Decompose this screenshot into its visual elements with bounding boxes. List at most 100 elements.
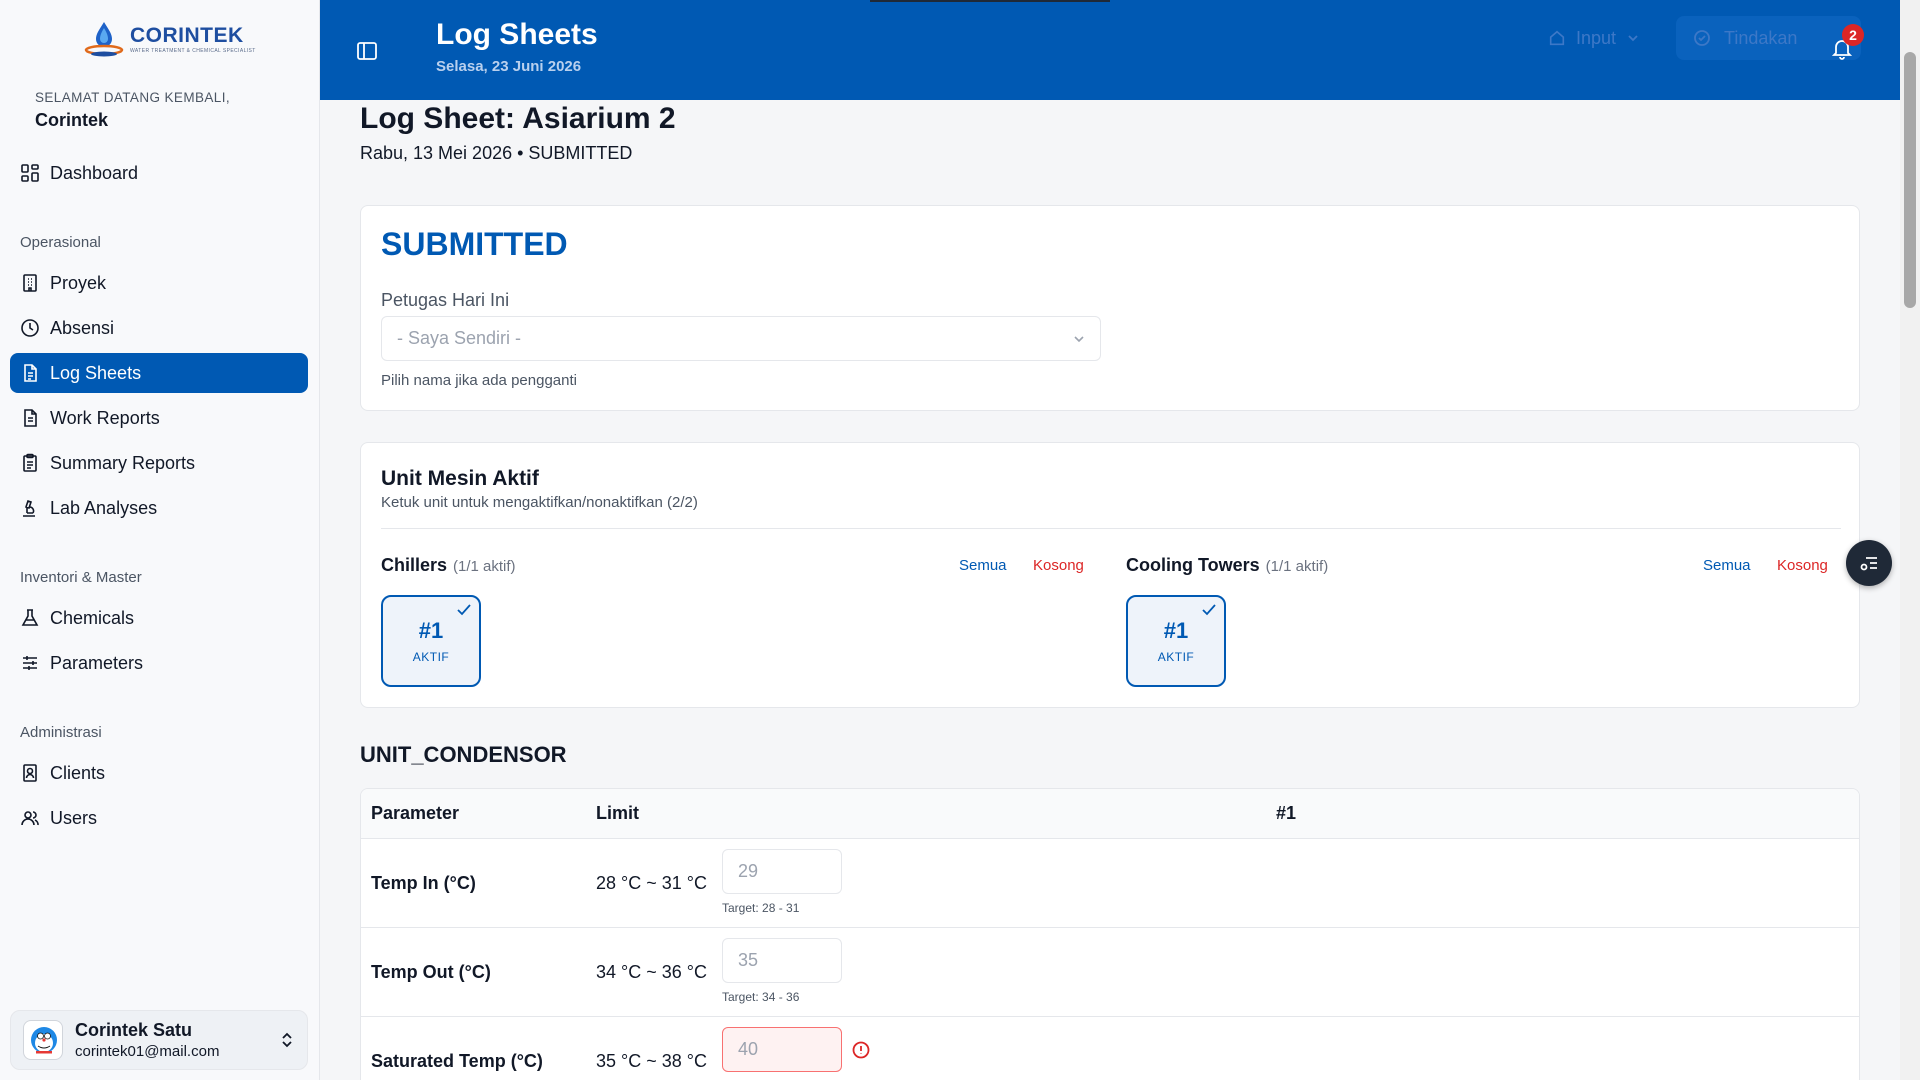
- notification-badge: 2: [1842, 24, 1864, 46]
- group-count: (1/1 aktif): [453, 558, 516, 575]
- group-name: Chillers: [381, 555, 448, 575]
- sidebar-item-label: Lab Analyses: [50, 497, 158, 518]
- sidebar-item-lab-analyses[interactable]: Lab Analyses: [10, 488, 308, 528]
- input-value: 35: [738, 950, 759, 970]
- chillers-clear-link[interactable]: Kosong: [1033, 557, 1084, 574]
- group-cooling-towers: Cooling Towers (1/1 aktif): [1126, 555, 1328, 576]
- cooling-clear-link[interactable]: Kosong: [1777, 557, 1828, 574]
- officer-label: Petugas Hari Ini: [381, 290, 510, 310]
- sidebar-item-chemicals[interactable]: Chemicals: [10, 598, 308, 638]
- units-card: Unit Mesin Aktif Ketuk unit untuk mengak…: [360, 442, 1860, 708]
- sidebar-item-clients[interactable]: Clients: [10, 753, 308, 793]
- row-parameter: Temp Out (°C): [371, 962, 491, 982]
- group-name: Cooling Towers: [1126, 555, 1260, 575]
- sidebar-item-parameters[interactable]: Parameters: [10, 643, 308, 683]
- sidebar-item-label: Proyek: [50, 272, 107, 293]
- account-email: corintek01@mail.com: [75, 1043, 220, 1060]
- saturated-temp-input[interactable]: 40: [722, 1027, 842, 1072]
- welcome-text: SELAMAT DATANG KEMBALI,: [35, 90, 230, 105]
- section-administrasi: Administrasi: [20, 724, 102, 741]
- row-limit: 28 °C ~ 31 °C: [596, 873, 707, 893]
- table-row: Saturated Temp (°C) 35 °C ~ 38 °C 40: [361, 1017, 1859, 1080]
- unit-state: AKTIF: [1157, 650, 1195, 664]
- sidebar-item-label: Absensi: [50, 317, 115, 338]
- input-menu-label: Input: [1576, 27, 1617, 48]
- chevron-down-icon: [1074, 336, 1084, 343]
- sidebar-toggle-button[interactable]: [356, 40, 378, 67]
- clock-icon: [21, 319, 39, 337]
- sidebar-item-label: Work Reports: [50, 407, 160, 428]
- section-operasional: Operasional: [20, 234, 101, 251]
- table-row: Temp Out (°C) 34 °C ~ 36 °C 35 Target: 3…: [361, 928, 1859, 1017]
- action-icon: [1694, 30, 1710, 46]
- sidebar-item-log-sheets[interactable]: Log Sheets: [10, 353, 308, 393]
- row-target: Target: 34 - 36: [722, 990, 800, 1004]
- chillers-select-all-link[interactable]: Semua: [959, 557, 1007, 574]
- account-switcher[interactable]: Corintek Satu corintek01@mail.com: [10, 1010, 308, 1070]
- file-icon: [24, 409, 37, 427]
- temp-out-input[interactable]: 35: [722, 938, 842, 983]
- header-date: Selasa, 23 Juni 2026: [436, 58, 582, 75]
- unit-number: #1: [1163, 618, 1189, 643]
- chiller-unit-1-toggle[interactable]: #1 AKTIF: [381, 595, 481, 687]
- input-menu-button[interactable]: Input: [1530, 18, 1670, 58]
- sidebar-toggle-icon: [357, 42, 377, 60]
- sidebar-item-absensi[interactable]: Absensi: [10, 308, 308, 348]
- flask-icon: [21, 609, 39, 626]
- sliders-icon: [23, 656, 37, 670]
- row-limit: 35 °C ~ 38 °C: [596, 1051, 707, 1071]
- table-header: Parameter Limit #1: [361, 789, 1859, 839]
- sidebar-item-label: Summary Reports: [50, 452, 196, 473]
- row-target: Target: 28 - 31: [722, 901, 800, 915]
- cooling-select-all-link[interactable]: Semua: [1703, 557, 1751, 574]
- sidebar: CORINTEK WATER TREATMENT & CHEMICAL SPEC…: [0, 0, 320, 1080]
- check-icon: [1202, 604, 1216, 616]
- action-label: Tindakan: [1724, 27, 1798, 48]
- row-parameter: Temp In (°C): [371, 873, 476, 893]
- floating-menu-button[interactable]: [1846, 540, 1892, 586]
- header-limit: Limit: [596, 803, 639, 823]
- chevron-up-down-icon: [282, 1032, 292, 1048]
- sidebar-item-summary-reports[interactable]: Summary Reports: [10, 443, 308, 483]
- alert-circle-icon: [852, 1041, 870, 1059]
- chevron-down-icon: [1628, 35, 1638, 42]
- group-count: (1/1 aktif): [1265, 558, 1329, 575]
- unit-number: #1: [418, 618, 444, 643]
- sidebar-item-work-reports[interactable]: Work Reports: [10, 398, 308, 438]
- officer-select[interactable]: - Saya Sendiri -: [381, 316, 1101, 361]
- row-parameter: Saturated Temp (°C): [371, 1051, 543, 1071]
- sidebar-item-users[interactable]: Users: [10, 798, 308, 838]
- welcome-user: Corintek: [35, 110, 109, 130]
- header-parameter: Parameter: [371, 803, 460, 823]
- sidebar-item-proyek[interactable]: Proyek: [10, 263, 308, 303]
- input-value: 40: [738, 1039, 759, 1059]
- clipboard-icon: [23, 453, 37, 472]
- condensor-table: Parameter Limit #1 Temp In (°C) 28 °C ~ …: [360, 788, 1860, 1080]
- building-icon: [23, 274, 37, 292]
- row-limit: 34 °C ~ 36 °C: [596, 962, 707, 982]
- officer-help: Pilih nama jika ada pengganti: [381, 372, 577, 389]
- header-unit-1: #1: [1276, 803, 1297, 823]
- sidebar-item-label: Log Sheets: [50, 362, 142, 383]
- temp-in-input[interactable]: 29: [722, 849, 842, 894]
- units-subtitle: Ketuk unit untuk mengaktifkan/nonaktifka…: [381, 494, 698, 511]
- brand-logo[interactable]: CORINTEK WATER TREATMENT & CHEMICAL SPEC…: [84, 20, 256, 58]
- home-icon: [1549, 30, 1565, 46]
- input-value: 29: [738, 861, 759, 881]
- brand-tagline: WATER TREATMENT & CHEMICAL SPECIALIST: [130, 47, 256, 54]
- sidebar-item-label: Clients: [50, 762, 106, 783]
- cooling-unit-1-toggle[interactable]: #1 AKTIF: [1126, 595, 1226, 687]
- sidebar-item-dashboard[interactable]: Dashboard: [10, 153, 308, 193]
- top-header: Log Sheets Selasa, 23 Juni 2026 Input Ti…: [320, 0, 1900, 100]
- page-header-title: Log Sheets: [436, 18, 598, 51]
- sidebar-item-label: Users: [50, 807, 98, 828]
- status-card: SUBMITTED Petugas Hari Ini - Saya Sendir…: [360, 205, 1860, 411]
- sidebar-item-label: Chemicals: [50, 607, 135, 628]
- scrollbar-thumb[interactable]: [1904, 52, 1916, 308]
- scrollbar[interactable]: [1900, 0, 1920, 1080]
- page-title: Log Sheet: Asiarium 2: [360, 102, 676, 135]
- group-chillers: Chillers (1/1 aktif): [381, 555, 516, 576]
- sheet-icon: [24, 364, 37, 382]
- table-row: Temp In (°C) 28 °C ~ 31 °C 29 Target: 28…: [361, 839, 1859, 928]
- users-icon: [21, 811, 39, 826]
